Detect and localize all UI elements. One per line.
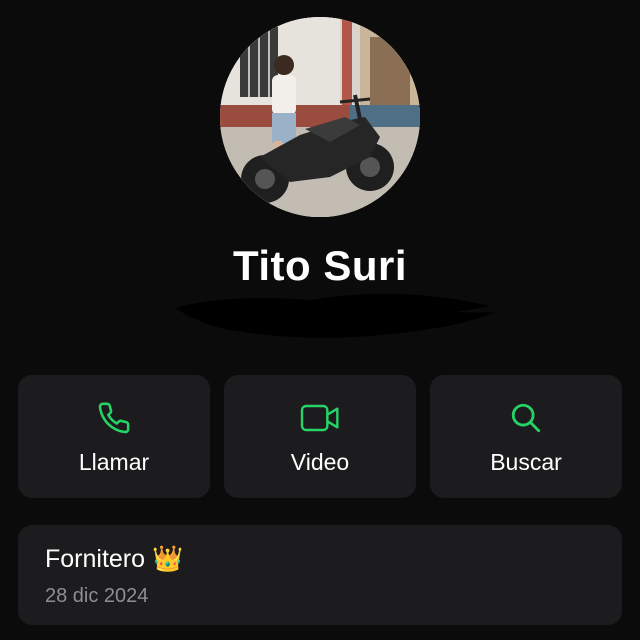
video-call-button[interactable]: Video <box>224 375 416 498</box>
quick-actions: Llamar Video Buscar <box>18 375 622 498</box>
avatar-photo <box>220 17 420 217</box>
search-label: Buscar <box>490 449 562 475</box>
phone-icon <box>94 401 134 435</box>
search-button[interactable]: Buscar <box>430 375 622 498</box>
about-card[interactable]: Fornitero 👑 28 dic 2024 <box>18 525 622 625</box>
redaction-scribble <box>175 293 495 338</box>
contact-info-screen: Tito Suri Llamar Video Buscar Fornitero … <box>0 0 640 640</box>
video-camera-icon <box>300 401 340 435</box>
contact-avatar[interactable] <box>220 17 420 217</box>
call-button[interactable]: Llamar <box>18 375 210 498</box>
video-label: Video <box>290 449 350 475</box>
about-status-date: 28 dic 2024 <box>45 585 149 607</box>
call-label: Llamar <box>78 449 150 475</box>
search-icon <box>506 401 546 435</box>
about-status-text: Fornitero 👑 <box>45 545 184 573</box>
